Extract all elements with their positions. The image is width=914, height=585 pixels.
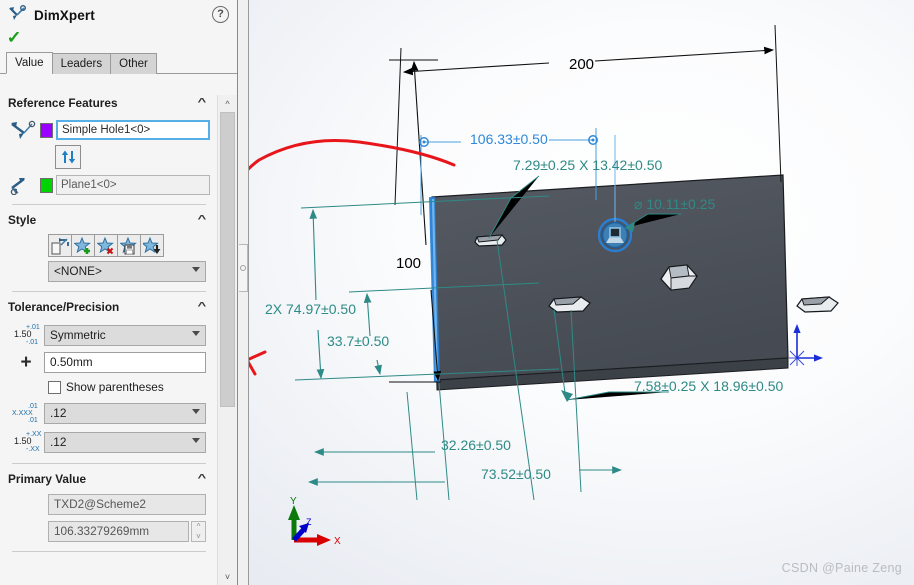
tab-value[interactable]: Value: [6, 52, 53, 74]
swap-references-button[interactable]: [55, 145, 81, 169]
chevron-down-icon: [192, 437, 200, 443]
confirm-row: ✓: [0, 28, 237, 50]
section-primary-value: Primary Value ^ TXD2@Scheme2 106.3327926…: [0, 464, 218, 552]
tolerance-precision-select[interactable]: .12: [44, 431, 206, 453]
primary-feature-color-swatch: [40, 122, 53, 138]
scrollbar-down-button[interactable]: ˅: [218, 568, 237, 585]
section-tolerance-precision: Tolerance/Precision ^ +.01 1.50 -.01 Sym…: [0, 292, 218, 464]
triad-x-label: X: [334, 536, 341, 547]
datum-feature-icon: [8, 119, 40, 141]
hole-circular[interactable]: [597, 217, 633, 253]
tolerance-precision-title: Tolerance/Precision: [8, 300, 120, 314]
chevron-up-icon[interactable]: ^: [198, 98, 213, 108]
triad-z-label: Z: [306, 517, 312, 527]
part-origin-marker: [789, 324, 823, 366]
slot-lower-mid-proxy: [548, 296, 591, 313]
chevron-down-icon: [192, 267, 200, 272]
tolerance-precision-row: +.XX 1.50 -.XX .12: [8, 431, 210, 453]
dimxpert-icon: [8, 5, 27, 25]
style-toolbar: [48, 234, 210, 257]
tolerance-precision-icon: +.XX 1.50 -.XX: [14, 431, 42, 453]
primary-precision-value: .12: [50, 406, 67, 420]
chevron-up-icon[interactable]: ^: [198, 215, 213, 225]
deviation-input[interactable]: 0.50mm: [44, 352, 206, 373]
primary-value-number-field[interactable]: 106.33279269mm: [48, 521, 189, 542]
primary-value-title: Primary Value: [8, 472, 87, 486]
style-header[interactable]: Style ^: [8, 205, 210, 231]
dimension-top-width[interactable]: [394, 24, 782, 206]
tab-other[interactable]: Other: [110, 53, 157, 74]
section-style: Style ^ <NONE>: [0, 205, 218, 292]
reference-features-title: Reference Features: [8, 96, 118, 110]
secondary-feature-color-swatch: [40, 177, 53, 193]
chevron-down-icon[interactable]: ˅: [192, 532, 205, 542]
panel-splitter-grip[interactable]: [239, 244, 248, 292]
primary-value-header[interactable]: Primary Value ^: [8, 464, 210, 490]
chevron-up-icon[interactable]: ^: [198, 302, 213, 312]
show-parentheses-row[interactable]: Show parentheses: [48, 380, 210, 394]
panel-scrollbar[interactable]: ^ ˅: [217, 95, 237, 585]
primary-value-spinner[interactable]: ^ ˅: [191, 521, 206, 542]
tolerance-type-select[interactable]: Symmetric: [44, 324, 206, 346]
world-coordinate-triad: Y X Z: [288, 496, 341, 547]
chevron-down-icon: [192, 409, 200, 414]
primary-precision-row: .01 X.XXX .01 .12: [8, 403, 210, 424]
show-parentheses-checkbox[interactable]: [48, 380, 61, 394]
scrollbar-up-button[interactable]: ^: [218, 95, 237, 112]
reference-feature-row-primary: Simple Hole1<0>: [8, 117, 210, 143]
primary-value-name-field[interactable]: TXD2@Scheme2: [48, 494, 206, 515]
tolerance-type-value: Symmetric: [50, 327, 106, 342]
panel-splitter[interactable]: [238, 0, 249, 585]
chevron-down-icon: [192, 330, 200, 336]
section-reference-features: Reference Features ^ Simple Hole1<0> Pla…: [0, 88, 218, 205]
model-graphics: Y X Z: [249, 24, 839, 547]
plus-icon: +: [20, 351, 32, 373]
tab-bar: Value Leaders Other: [0, 52, 237, 74]
watermark: CSDN @Paine Zeng: [781, 561, 902, 575]
secondary-reference-feature-field[interactable]: Plane1<0>: [56, 175, 210, 195]
primary-precision-select[interactable]: .12: [44, 403, 206, 424]
property-manager-panel: DimXpert ? ✓ Value Leaders Other Referen…: [0, 0, 238, 585]
symmetric-tolerance-icon: +.01 1.50 -.01: [14, 324, 40, 346]
delete-style-icon[interactable]: [94, 234, 118, 257]
tab-leaders[interactable]: Leaders: [51, 53, 112, 74]
slot-upper-left[interactable]: [474, 234, 507, 247]
add-style-icon[interactable]: [71, 234, 95, 257]
load-style-icon[interactable]: [140, 234, 164, 257]
chevron-up-icon[interactable]: ^: [198, 474, 213, 484]
graphics-viewport[interactable]: Y X Z 200 100 106.33±0.50 7.29±0.25 X 13…: [249, 0, 914, 585]
triad-y-label: Y: [290, 496, 297, 507]
apply-style-icon[interactable]: [48, 234, 72, 257]
help-icon[interactable]: ?: [212, 6, 229, 23]
deviation-row: + 0.50mm: [8, 352, 210, 373]
reference-feature-row-secondary: Plane1<0>: [8, 172, 210, 198]
divider: [12, 551, 206, 552]
panel-header: DimXpert ?: [0, 0, 237, 28]
show-parentheses-label: Show parentheses: [66, 380, 164, 394]
primary-precision-icon: .01 X.XXX .01: [12, 403, 38, 424]
panel-body: Reference Features ^ Simple Hole1<0> Pla…: [0, 88, 218, 585]
chevron-up-icon[interactable]: ^: [192, 522, 205, 532]
tolerance-precision-value: .12: [50, 434, 67, 449]
ok-check-icon[interactable]: ✓: [7, 28, 22, 47]
panel-title: DimXpert: [34, 7, 95, 23]
slot-lower-mid[interactable]: [796, 296, 839, 313]
save-style-icon[interactable]: [117, 234, 141, 257]
style-select[interactable]: <NONE>: [48, 261, 206, 282]
style-select-value: <NONE>: [54, 264, 102, 278]
annotation-red-arrow: [249, 139, 456, 376]
primary-reference-feature-field[interactable]: Simple Hole1<0>: [56, 120, 210, 140]
tolerance-type-row: +.01 1.50 -.01 Symmetric: [8, 324, 210, 346]
tolerance-precision-header[interactable]: Tolerance/Precision ^: [8, 292, 210, 318]
solidworks-window: DimXpert ? ✓ Value Leaders Other Referen…: [0, 0, 914, 585]
scrollbar-thumb[interactable]: [220, 112, 235, 407]
style-title: Style: [8, 213, 37, 227]
datum-feature-icon: [8, 174, 40, 196]
reference-features-header[interactable]: Reference Features ^: [8, 88, 210, 114]
